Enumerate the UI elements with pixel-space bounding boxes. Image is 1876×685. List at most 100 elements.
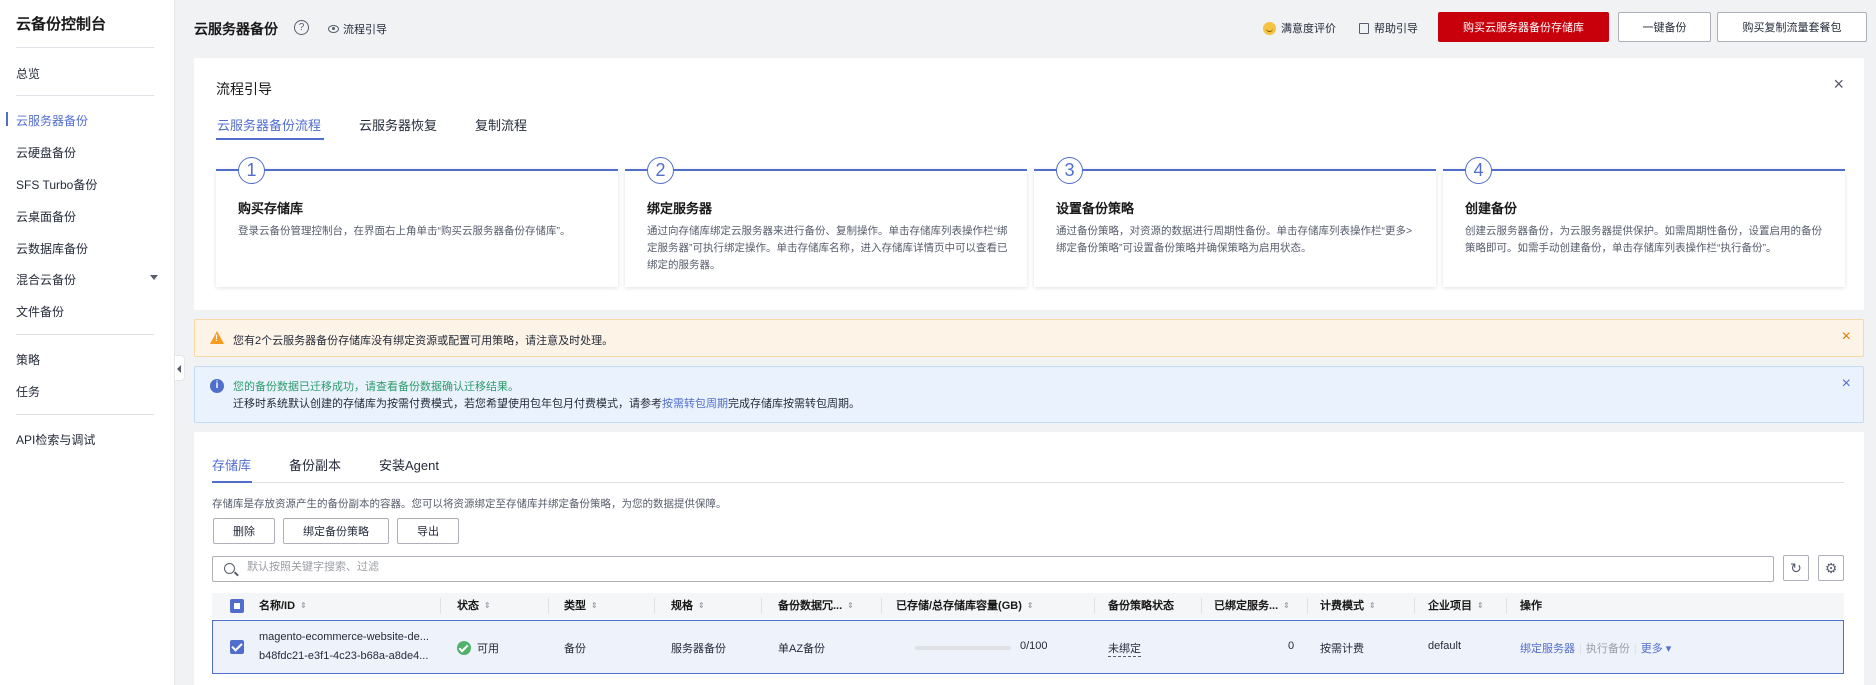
column-divider: [1307, 598, 1308, 614]
step-description: 创建云服务器备份，为云服务器提供保护。如需周期性备份，设置启用的备份策略即可。如…: [1465, 225, 1822, 254]
migration-note-prefix: 迁移时系统默认创建的存储库为按需付费模式，若您希望使用包年包月付费模式，请参考: [233, 398, 662, 410]
step-card: 4 创建备份 创建云服务器备份，为云服务器提供保护。如需周期性备份，设置启用的备…: [1443, 157, 1845, 287]
table-row[interactable]: magento-ecommerce-website-de... b48fdc21…: [212, 620, 1844, 674]
column-header-name[interactable]: 名称/ID ⇕: [259, 593, 307, 619]
sort-icon[interactable]: ⇕: [1027, 593, 1034, 619]
sidebar-collapse-handle[interactable]: [175, 355, 185, 381]
close-icon[interactable]: ×: [1833, 74, 1844, 95]
delete-button[interactable]: 删除: [213, 518, 275, 544]
chevron-down-icon[interactable]: [150, 275, 158, 280]
help-icon[interactable]: ?: [294, 20, 309, 35]
step-card: 1 购买存储库 登录云备份管理控制台，在界面右上角单击“购买云服务器备份存储库”…: [216, 157, 618, 287]
table-header: 名称/ID ⇕ 状态 ⇕ 类型 ⇕ 规格 ⇕ 备份数据冗... ⇕ 已存储/总存储库容量(…: [212, 593, 1844, 619]
sidebar-item-evs-backup[interactable]: 云硬盘备份: [16, 144, 76, 161]
sidebar-item-overview[interactable]: 总览: [16, 65, 40, 82]
operations-cell: 绑定服务器 | 执行备份 | 更多 ▾: [1520, 640, 1671, 656]
sort-icon[interactable]: ⇕: [1283, 593, 1290, 619]
step-description: 登录云备份管理控制台，在界面右上角单击“购买云服务器备份存储库”。: [238, 225, 571, 237]
perform-backup-link[interactable]: 执行备份: [1586, 643, 1630, 655]
step-description: 通过向存储库绑定云服务器来进行备份、复制操作。单击存储库列表操作栏“绑定服务器”…: [647, 225, 1008, 271]
step-number: 2: [647, 157, 674, 184]
capacity-value: 0/100: [1020, 640, 1048, 652]
sort-icon[interactable]: ⇕: [1477, 593, 1484, 619]
convert-billing-link[interactable]: 按需转包周期: [662, 398, 728, 410]
sidebar-item-api-explorer[interactable]: API检索与调试: [16, 431, 95, 448]
sort-icon[interactable]: ⇕: [300, 593, 307, 619]
spec-cell: 服务器备份: [671, 643, 726, 655]
refresh-icon[interactable]: ↻: [1783, 555, 1809, 581]
column-header-spec[interactable]: 规格 ⇕: [671, 593, 705, 619]
bound-servers-count[interactable]: 0: [1288, 640, 1294, 652]
sidebar-item-tasks[interactable]: 任务: [16, 383, 40, 400]
sidebar-item-sfs-turbo-backup[interactable]: SFS Turbo备份: [16, 176, 97, 193]
status-label: 可用: [477, 643, 499, 655]
sort-icon[interactable]: ⇕: [591, 593, 598, 619]
column-header-capacity[interactable]: 已存储/总存储库容量(GB) ⇕: [896, 593, 1034, 619]
sidebar-item-desktop-backup[interactable]: 云桌面备份: [16, 208, 76, 225]
separator: |: [1579, 643, 1582, 655]
search-input[interactable]: [247, 561, 1647, 573]
column-header-label: 已存储/总存储库容量(GB): [896, 600, 1022, 612]
sort-icon[interactable]: ⇕: [847, 593, 854, 619]
close-icon[interactable]: ×: [1842, 328, 1851, 346]
tab-install-agent[interactable]: 安装Agent: [379, 455, 439, 474]
sidebar-item-file-backup[interactable]: 文件备份: [16, 303, 64, 320]
divider: [16, 47, 154, 48]
tab-vaults[interactable]: 存储库: [212, 455, 251, 474]
column-header-label: 企业项目: [1428, 600, 1472, 612]
tab-ecs-restore[interactable]: 云服务器恢复: [359, 115, 437, 134]
column-divider: [548, 598, 549, 614]
bind-policy-button[interactable]: 绑定备份策略: [283, 518, 389, 544]
capacity-progress-bar: [915, 646, 1011, 650]
smile-icon: [1263, 21, 1276, 35]
column-header-redundancy[interactable]: 备份数据冗... ⇕: [778, 593, 854, 619]
separator: |: [1633, 643, 1637, 655]
buy-vault-button[interactable]: 购买云服务器备份存储库: [1438, 12, 1609, 42]
type-cell: 备份: [564, 643, 586, 655]
tab-ecs-backup-flow[interactable]: 云服务器备份流程: [217, 115, 321, 134]
sidebar-item-policy[interactable]: 策略: [16, 351, 40, 368]
tab-replication-flow[interactable]: 复制流程: [475, 115, 527, 134]
step-title: 设置备份策略: [1056, 201, 1135, 216]
step-description: 通过备份策略，对资源的数据进行周期性备份。单击存储库列表操作栏“更多>绑定备份策…: [1056, 225, 1413, 254]
column-header-label: 已绑定服务...: [1214, 600, 1279, 612]
search-box[interactable]: [212, 556, 1774, 582]
column-divider: [761, 598, 762, 614]
gear-icon[interactable]: ⚙: [1818, 555, 1844, 581]
divider: [16, 414, 154, 415]
column-divider: [1414, 598, 1415, 614]
close-icon[interactable]: ×: [1842, 375, 1851, 393]
tab-backup-replicas[interactable]: 备份副本: [289, 455, 341, 474]
select-all-checkbox[interactable]: [230, 599, 244, 613]
more-dropdown[interactable]: 更多 ▾: [1641, 643, 1672, 655]
column-header-status[interactable]: 状态 ⇕: [457, 593, 491, 619]
row-checkbox[interactable]: [230, 640, 244, 654]
sort-icon[interactable]: ⇕: [1369, 593, 1376, 619]
policy-status-cell[interactable]: 未绑定: [1108, 640, 1141, 657]
vault-description: 存储库是存放资源产生的备份副本的容器。您可以将资源绑定至存储库并绑定备份策略，为…: [212, 498, 727, 510]
divider: [16, 95, 154, 96]
sidebar-item-hybrid-backup[interactable]: 混合云备份: [16, 271, 76, 288]
column-divider: [1201, 598, 1202, 614]
sidebar-item-ecs-backup[interactable]: 云服务器备份: [16, 112, 88, 129]
document-icon: [1359, 22, 1369, 34]
export-button[interactable]: 导出: [397, 518, 459, 544]
page-header: 云服务器备份 ? 流程引导 满意度评价 帮助引导 购买云服务器备份存储库 一键备…: [176, 0, 1876, 55]
bind-server-link[interactable]: 绑定服务器: [1520, 643, 1575, 655]
column-header-bound-servers[interactable]: 已绑定服务... ⇕: [1214, 593, 1290, 619]
column-header-billing[interactable]: 计费模式 ⇕: [1320, 593, 1376, 619]
sort-icon[interactable]: ⇕: [484, 593, 491, 619]
tab-underline: [212, 481, 252, 483]
sort-icon[interactable]: ⇕: [698, 593, 705, 619]
sidebar-item-database-backup[interactable]: 云数据库备份: [16, 240, 88, 257]
one-click-backup-button[interactable]: 一键备份: [1618, 12, 1711, 42]
satisfaction-link[interactable]: 满意度评价: [1263, 20, 1336, 36]
column-header-type[interactable]: 类型 ⇕: [564, 593, 598, 619]
help-guide-link[interactable]: 帮助引导: [1359, 20, 1418, 36]
column-header-policy-status: 备份策略状态: [1108, 593, 1174, 619]
flow-guide-link[interactable]: 流程引导: [328, 21, 387, 37]
column-header-label: 类型: [564, 600, 586, 612]
column-header-enterprise-project[interactable]: 企业项目 ⇕: [1428, 593, 1484, 619]
vault-name-link[interactable]: magento-ecommerce-website-de...: [259, 631, 429, 643]
buy-replication-package-button[interactable]: 购买复制流量套餐包: [1717, 12, 1867, 42]
